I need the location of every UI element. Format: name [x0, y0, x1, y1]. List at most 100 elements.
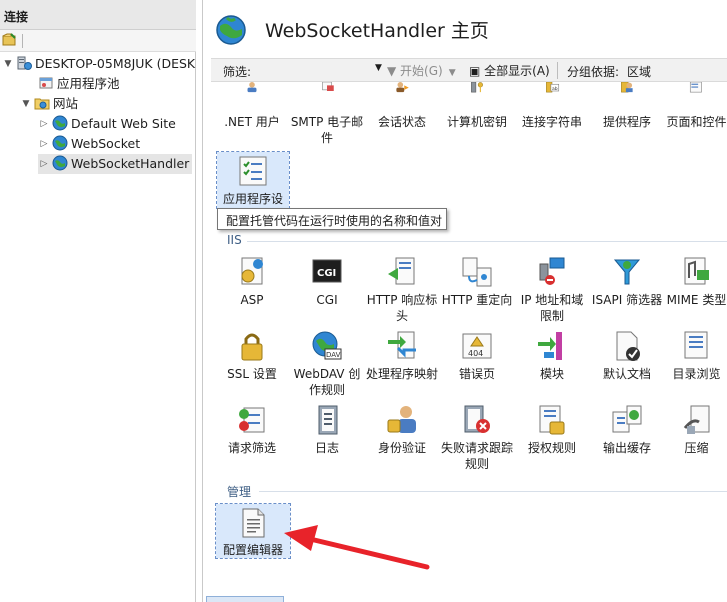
tree-item-app-pools[interactable]: 应用程序池 — [24, 74, 120, 94]
feature-isapi-filters[interactable]: ISAPI 筛选器 — [590, 256, 664, 308]
expand-toggle[interactable]: ▷ — [38, 114, 50, 134]
feature-http-headers[interactable]: HTTP 响应标头 — [365, 256, 439, 324]
default-document-icon — [616, 331, 640, 361]
feature-app-settings[interactable]: 应用程序设 — [216, 151, 290, 209]
feature-authentication[interactable]: 身份验证 — [365, 404, 439, 456]
group-divider — [259, 491, 727, 492]
feature-machine-key[interactable]: 计算机密钥 — [440, 82, 514, 130]
server-icon — [17, 56, 32, 70]
tree-item-label: 应用程序池 — [57, 76, 120, 91]
features-view-tab[interactable] — [206, 596, 284, 602]
feature-dotnet-users[interactable]: .NET 用户 — [215, 82, 289, 130]
feature-failed-request-tracing[interactable]: 失败请求跟踪规则 — [440, 404, 514, 472]
feature-error-pages[interactable]: 404 错误页 — [440, 330, 514, 382]
feature-modules[interactable]: 模块 — [515, 330, 589, 382]
group-title-management: 管理 — [227, 485, 252, 499]
feature-ssl-settings[interactable]: SSL 设置 — [215, 330, 289, 382]
globe-icon — [216, 15, 246, 45]
show-all-button[interactable]: ▣ 全部显示(A) — [469, 62, 550, 79]
go-button[interactable]: ▼ 开始(G) ▼ — [387, 62, 456, 79]
show-all-icon: ▣ — [469, 64, 485, 78]
svg-text:DAV: DAV — [326, 351, 341, 359]
feature-logging[interactable]: 日志 — [290, 404, 364, 456]
connections-pane: 连接 ▼ DESKTOP-05M8JUK (DESK 应用程序池 ▼ 网站 ▷ Def… — [0, 0, 196, 602]
feature-view: WebSocketHandler 主页 筛选: ▼ ▼ 开始(G) ▼ ▣ 全部显… — [202, 0, 727, 602]
feature-output-caching[interactable]: 输出缓存 — [590, 404, 664, 456]
group-by-select[interactable]: 区域 — [627, 63, 651, 80]
globe-icon — [52, 135, 68, 151]
feature-http-redirect[interactable]: HTTP 重定向 — [440, 256, 514, 308]
tree-item-server[interactable]: ▼ DESKTOP-05M8JUK (DESK — [2, 54, 196, 74]
expand-toggle[interactable]: ▼ — [20, 94, 32, 114]
feature-smtp-email[interactable]: SMTP 电子邮件 — [290, 82, 364, 146]
feature-connection-strings[interactable]: ab 连接字符串 — [515, 82, 589, 130]
failed-request-tracing-icon — [464, 405, 490, 433]
expand-toggle[interactable]: ▷ — [38, 154, 50, 174]
configuration-editor-icon — [242, 508, 265, 538]
new-connection-icon[interactable] — [2, 33, 16, 46]
feature-configuration-editor[interactable]: 配置编辑器 — [215, 503, 291, 559]
feature-providers[interactable]: 提供程序 — [590, 82, 664, 130]
feature-session-state[interactable]: 会话状态 — [365, 82, 439, 130]
output-caching-icon — [612, 405, 642, 433]
feature-directory-browsing[interactable]: 目录浏览 — [665, 330, 727, 382]
handler-mappings-icon — [388, 331, 416, 359]
app-pool-icon — [39, 77, 53, 89]
chevron-down-icon[interactable]: ▼ — [449, 68, 456, 78]
feature-cgi[interactable]: CGI CGI — [290, 256, 364, 308]
providers-icon — [621, 82, 633, 93]
globe-icon — [52, 155, 68, 171]
cgi-icon: CGI — [312, 259, 342, 283]
feature-ip-restrictions[interactable]: IP 地址和域限制 — [515, 256, 589, 324]
funnel-icon: ▼ — [387, 64, 401, 78]
feature-webdav[interactable]: DAV WebDAV 创作规则 — [290, 330, 364, 398]
filter-input[interactable] — [257, 61, 377, 79]
compression-icon — [683, 405, 709, 434]
feature-compression[interactable]: 压缩 — [665, 404, 727, 456]
group-divider — [247, 241, 727, 242]
svg-text:ab: ab — [552, 86, 558, 92]
feature-pages-controls[interactable]: 页面和控件 — [665, 82, 727, 130]
connections-toolbar — [0, 30, 196, 52]
tree-item-websocket[interactable]: ▷ WebSocket — [38, 134, 140, 154]
feature-default-document[interactable]: 默认文档 — [590, 330, 664, 382]
expand-toggle[interactable]: ▷ — [38, 134, 50, 154]
logging-icon — [318, 405, 338, 435]
feature-authorization-rules[interactable]: 授权规则 — [515, 404, 589, 456]
request-filtering-icon — [239, 407, 265, 433]
asp-icon — [241, 257, 263, 285]
session-state-icon — [396, 82, 409, 93]
isapi-filters-icon — [613, 259, 641, 285]
error-pages-icon: 404 — [462, 333, 492, 359]
machine-key-icon — [471, 82, 483, 93]
feature-request-filtering[interactable]: 请求筛选 — [215, 404, 289, 456]
toolbar-separator — [22, 34, 23, 48]
expand-toggle[interactable]: ▼ — [2, 54, 14, 74]
app-settings-icon — [239, 156, 267, 186]
tree-item-label: WebSocketHandler — [71, 156, 190, 171]
connections-header: 连接 — [0, 0, 196, 30]
tree-item-sites[interactable]: ▼ 网站 — [20, 94, 78, 114]
authorization-rules-icon — [539, 405, 565, 435]
chevron-down-icon[interactable]: ▼ — [375, 63, 382, 73]
http-redirect-icon — [462, 257, 492, 287]
feature-handler-mappings[interactable]: 处理程序映射 — [365, 330, 439, 382]
webdav-icon: DAV — [312, 331, 342, 360]
tree-item-websockethandler[interactable]: ▷ WebSocketHandler — [38, 154, 192, 174]
tree-item-label: WebSocket — [71, 136, 141, 151]
feature-asp[interactable]: ASP — [215, 256, 289, 308]
mime-types-icon — [684, 257, 709, 285]
tree-item-default-web-site[interactable]: ▷ Default Web Site — [38, 114, 176, 134]
svg-text:CGI: CGI — [317, 268, 336, 279]
sites-folder-icon — [34, 98, 50, 110]
feature-mime-types[interactable]: MIME 类型 — [665, 256, 727, 308]
svg-text:404: 404 — [468, 349, 483, 358]
modules-icon — [538, 332, 562, 360]
group-by-label: 分组依据: — [567, 65, 620, 79]
filter-bar: 筛选: ▼ ▼ 开始(G)▼ ▣ 全部显示(A) 分组依据: 区域 ▼ — [211, 58, 727, 82]
globe-icon — [52, 115, 68, 131]
http-headers-icon — [388, 257, 415, 285]
ssl-lock-icon — [241, 333, 263, 361]
dotnet-users-icon — [247, 82, 257, 93]
tree-item-label: DESKTOP-05M8JUK (DESK — [35, 56, 196, 71]
